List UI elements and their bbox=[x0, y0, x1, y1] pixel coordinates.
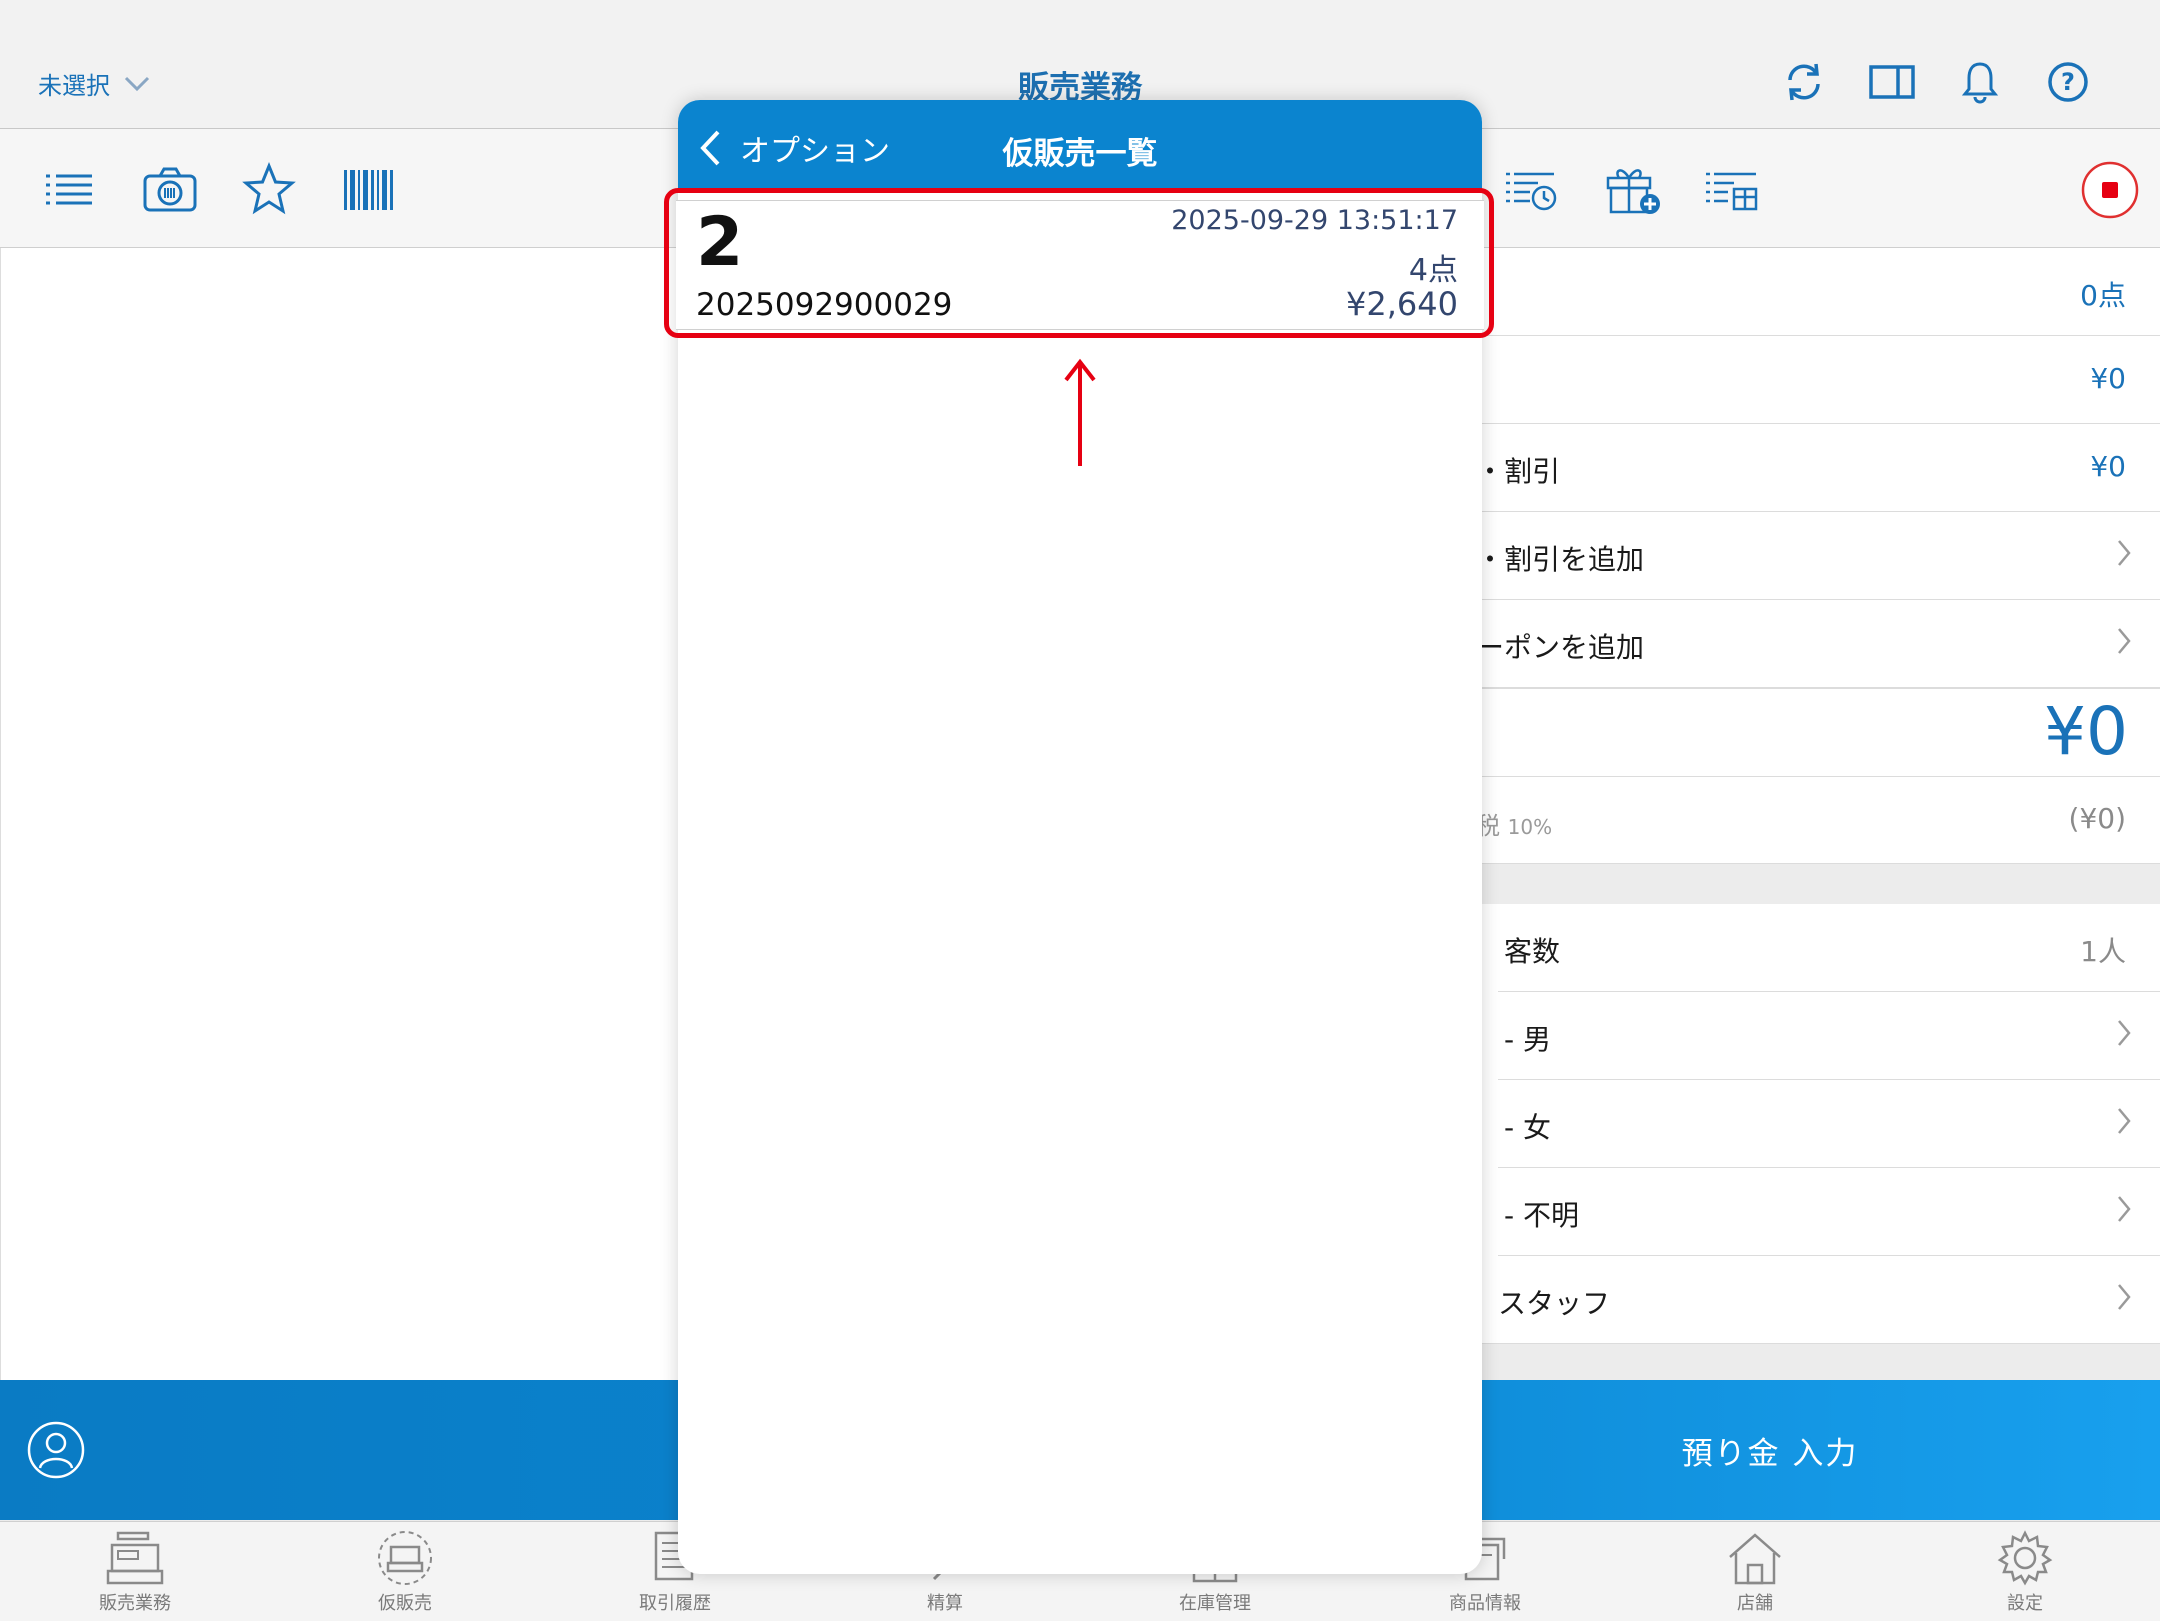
tab-temp-sale[interactable]: 仮販売 bbox=[270, 1525, 540, 1620]
tab-settings[interactable]: 設定 bbox=[1890, 1525, 2160, 1620]
store-icon bbox=[1729, 1533, 1781, 1585]
section-gap bbox=[1470, 864, 2160, 904]
highlight-box bbox=[664, 188, 1494, 338]
staff-row[interactable]: スタッフ bbox=[1470, 1256, 2160, 1344]
tax-row: 税 10% (¥0) bbox=[1470, 776, 2160, 864]
discount-label: ・割引 bbox=[1476, 455, 1561, 488]
svg-text:?: ? bbox=[2061, 68, 2075, 96]
stop-icon[interactable] bbox=[2080, 160, 2140, 219]
item-count-row: 0点 bbox=[1470, 248, 2160, 336]
bundle-list-icon[interactable] bbox=[1704, 162, 1760, 216]
total-row: ¥0 bbox=[1470, 688, 2160, 777]
tab-register[interactable]: 販売業務 bbox=[0, 1525, 270, 1620]
sale-summary-panel: 0点 ¥0 ・割引 ¥0 ・割引を追加 ーポンを追加 ¥0 税 10% (¥0)… bbox=[1470, 248, 2160, 1380]
add-coupon-row[interactable]: ーポンを追加 bbox=[1470, 600, 2160, 688]
sync-icon[interactable] bbox=[1780, 58, 1828, 106]
barcode-icon[interactable] bbox=[342, 162, 394, 216]
add-discount-label: ・割引を追加 bbox=[1476, 543, 1645, 576]
chevron-right-icon bbox=[2116, 538, 2132, 568]
chevron-right-icon bbox=[2116, 1106, 2132, 1136]
camera-icon[interactable] bbox=[142, 162, 198, 216]
help-icon[interactable]: ? bbox=[2044, 58, 2092, 106]
split-view-icon[interactable] bbox=[1868, 58, 1916, 106]
list-icon[interactable] bbox=[44, 162, 94, 216]
chevron-right-icon bbox=[2116, 1194, 2132, 1224]
customer-count-label: 客数 bbox=[1504, 935, 1561, 968]
customer-male-row[interactable]: - 男 bbox=[1498, 992, 2160, 1080]
discount-value: ¥0 bbox=[2090, 450, 2126, 483]
gear-icon bbox=[1997, 1530, 2053, 1586]
star-icon[interactable] bbox=[242, 162, 296, 216]
total-value: ¥0 bbox=[2044, 693, 2128, 770]
modal-title: 仮販売一覧 bbox=[1002, 136, 1158, 172]
tax-value: (¥0) bbox=[2068, 802, 2126, 835]
gift-add-icon[interactable] bbox=[1604, 162, 1662, 216]
chevron-right-icon bbox=[2116, 1282, 2132, 1312]
chevron-right-icon bbox=[2116, 626, 2132, 656]
customer-count-value: 1人 bbox=[2080, 935, 2126, 968]
deposit-input-button[interactable]: 預り金 入力 bbox=[1470, 1380, 2070, 1520]
tab-store[interactable]: 店舗 bbox=[1620, 1525, 1890, 1620]
customer-unknown-row[interactable]: - 不明 bbox=[1498, 1168, 2160, 1256]
staff-label: スタッフ bbox=[1498, 1287, 1611, 1320]
register-icon bbox=[106, 1531, 164, 1585]
tax-rate: 10% bbox=[1507, 815, 1553, 839]
chevron-right-icon bbox=[2116, 1018, 2132, 1048]
history-list-icon[interactable] bbox=[1504, 162, 1558, 216]
customer-female-row[interactable]: - 女 bbox=[1498, 1080, 2160, 1168]
section-gap bbox=[1470, 1344, 2160, 1380]
item-count-value: 0点 bbox=[2080, 279, 2126, 312]
discount-row: ・割引 ¥0 bbox=[1470, 424, 2160, 512]
arrow-up-annotation bbox=[1064, 358, 1096, 466]
add-coupon-label: ーポンを追加 bbox=[1476, 631, 1645, 664]
customer-icon[interactable] bbox=[26, 1420, 86, 1480]
subtotal-value: ¥0 bbox=[2090, 362, 2126, 395]
subtotal-row: ¥0 bbox=[1470, 336, 2160, 424]
customer-count-row: 客数 1人 bbox=[1498, 904, 2160, 992]
add-discount-row[interactable]: ・割引を追加 bbox=[1470, 512, 2160, 600]
temp-sale-icon bbox=[378, 1531, 432, 1585]
bell-icon[interactable] bbox=[1956, 58, 2004, 106]
